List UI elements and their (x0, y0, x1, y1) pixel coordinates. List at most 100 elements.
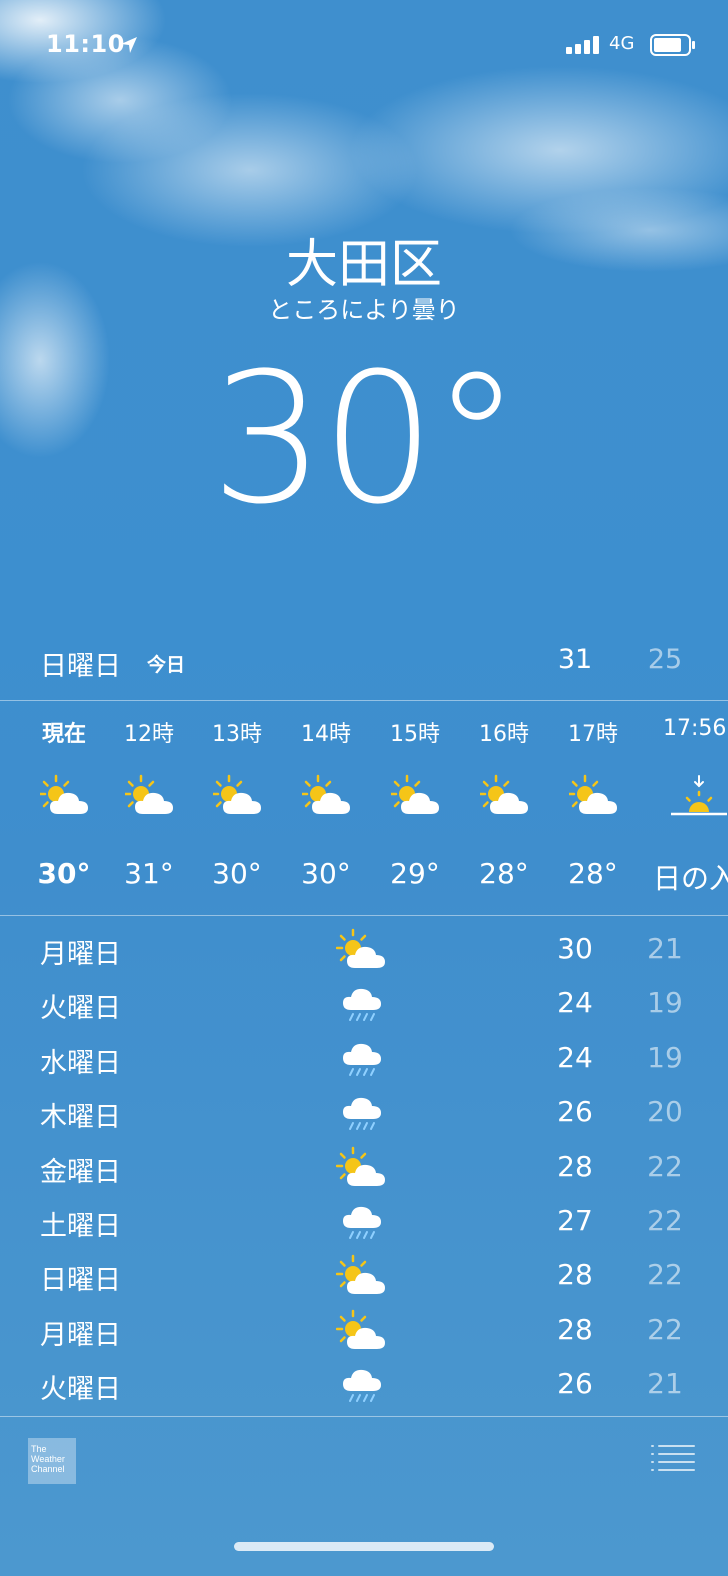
daily-high: 28 (557, 1258, 593, 1292)
rain-icon (336, 1363, 388, 1407)
hourly-item: 17:56 日の入 (653, 712, 728, 902)
daily-row: 月曜日 28 22 (0, 1305, 728, 1359)
daily-row: 月曜日 30 21 (0, 924, 728, 978)
daily-low: 20 (647, 1095, 683, 1129)
rain-icon (336, 1091, 388, 1135)
hourly-temp: 29° (390, 857, 440, 890)
daily-low: 19 (647, 986, 683, 1020)
hourly-time: 16時 (479, 722, 529, 747)
hourly-time: 12時 (124, 722, 174, 747)
hourly-temp: 28° (479, 857, 529, 890)
hourly-time: 17時 (568, 722, 618, 747)
rain-icon (336, 1200, 388, 1244)
daily-low: 21 (647, 1367, 683, 1401)
hourly-item: 14時 30° (281, 712, 371, 902)
hourly-item: 16時 28° (459, 712, 549, 902)
status-bar: 11:10 4G (0, 30, 728, 62)
daily-high: 30 (557, 932, 593, 965)
daily-row: 金曜日 28 22 (0, 1142, 728, 1196)
city-list-button[interactable] (650, 1442, 696, 1474)
weather-condition: ところにより曇り (268, 296, 460, 324)
daily-high: 24 (557, 1040, 593, 1074)
daily-day: 月曜日 (40, 939, 121, 970)
signal-strength-icon (566, 36, 602, 58)
status-time: 11:10 (46, 30, 125, 58)
city-name: 大田区 (285, 235, 442, 295)
hourly-item: 現在 30° (19, 712, 109, 902)
partly-cloudy-icon (478, 774, 530, 818)
daily-low: 21 (647, 932, 683, 965)
hourly-time: 17:56 (663, 716, 727, 741)
today-high: 31 (557, 644, 593, 675)
location-arrow-icon (120, 36, 138, 58)
hourly-item: 12時 31° (104, 712, 194, 902)
list-icon (651, 1445, 695, 1471)
daily-day: 木曜日 (40, 1102, 121, 1134)
divider (0, 915, 728, 916)
today-low: 25 (647, 644, 683, 675)
divider (0, 1416, 728, 1417)
partly-cloudy-icon (335, 1254, 388, 1298)
daily-high: 26 (557, 1367, 593, 1401)
network-type: 4G (609, 33, 635, 54)
partly-cloudy-icon (389, 774, 441, 818)
daily-row: 木曜日 26 20 (0, 1087, 728, 1141)
hourly-time: 現在 (41, 722, 86, 747)
partly-cloudy-icon (123, 774, 175, 818)
hourly-item: 13時 30° (192, 712, 282, 902)
weather-channel-logo[interactable]: The Weather Channel (28, 1438, 76, 1484)
hourly-item: 17時 28° (548, 712, 638, 902)
hourly-item: 15時 29° (370, 712, 460, 902)
home-indicator[interactable] (234, 1542, 494, 1551)
daily-forecast: 月曜日 30 21 火曜日 24 19 水曜日 24 19 木曜日 26 20 … (0, 924, 728, 1414)
partly-cloudy-icon (38, 774, 90, 818)
daily-day: 水曜日 (40, 1047, 121, 1079)
daily-day: 火曜日 (40, 993, 121, 1025)
hourly-temp: 31° (124, 857, 174, 890)
battery-icon (650, 34, 696, 60)
rain-icon (336, 1037, 388, 1081)
daily-day: 火曜日 (40, 1374, 121, 1406)
daily-row: 火曜日 24 19 (0, 978, 728, 1032)
hourly-temp: 28° (568, 857, 618, 890)
hourly-time: 15時 (390, 722, 440, 747)
current-temperature: 30° (210, 335, 521, 544)
daily-row: 火曜日 26 21 (0, 1359, 728, 1413)
hourly-time: 14時 (301, 722, 351, 747)
daily-low: 19 (647, 1040, 683, 1074)
daily-row: 水曜日 24 19 (0, 1033, 728, 1087)
hourly-temp: 30° (212, 857, 262, 890)
daily-high: 28 (557, 1149, 593, 1183)
partly-cloudy-icon (335, 1146, 388, 1190)
partly-cloudy-icon (335, 928, 388, 972)
daily-row: 土曜日 27 22 (0, 1196, 728, 1250)
divider (0, 700, 728, 701)
sunset-icon (669, 774, 727, 818)
partly-cloudy-icon (335, 1309, 388, 1353)
today-summary: 日曜日 今日 31 25 (0, 640, 728, 684)
hourly-forecast[interactable]: 現在 30° 12時 31° 13時 30° 14時 30° 15時 29° 1… (0, 712, 728, 902)
daily-high: 27 (557, 1203, 593, 1237)
daily-high: 24 (557, 986, 593, 1020)
hourly-temp: 30° (301, 857, 351, 890)
daily-day: 金曜日 (40, 1156, 121, 1188)
hourly-time: 13時 (212, 722, 262, 747)
daily-day: 月曜日 (40, 1319, 121, 1351)
daily-high: 28 (557, 1312, 593, 1346)
hourly-temp: 日の入 (653, 862, 728, 895)
daily-day: 土曜日 (40, 1210, 121, 1242)
hourly-temp: 30° (37, 857, 91, 890)
daily-low: 22 (647, 1149, 683, 1183)
daily-high: 26 (557, 1095, 593, 1129)
rain-icon (336, 982, 388, 1026)
daily-low: 22 (647, 1258, 683, 1292)
today-label: 今日 (147, 654, 186, 676)
partly-cloudy-icon (567, 774, 619, 818)
partly-cloudy-icon (300, 774, 352, 818)
daily-day: 日曜日 (40, 1265, 121, 1297)
daily-row: 日曜日 28 22 (0, 1250, 728, 1304)
daily-low: 22 (647, 1312, 683, 1346)
daily-low: 22 (647, 1203, 683, 1237)
partly-cloudy-icon (211, 774, 263, 818)
today-day: 日曜日 (40, 651, 121, 682)
